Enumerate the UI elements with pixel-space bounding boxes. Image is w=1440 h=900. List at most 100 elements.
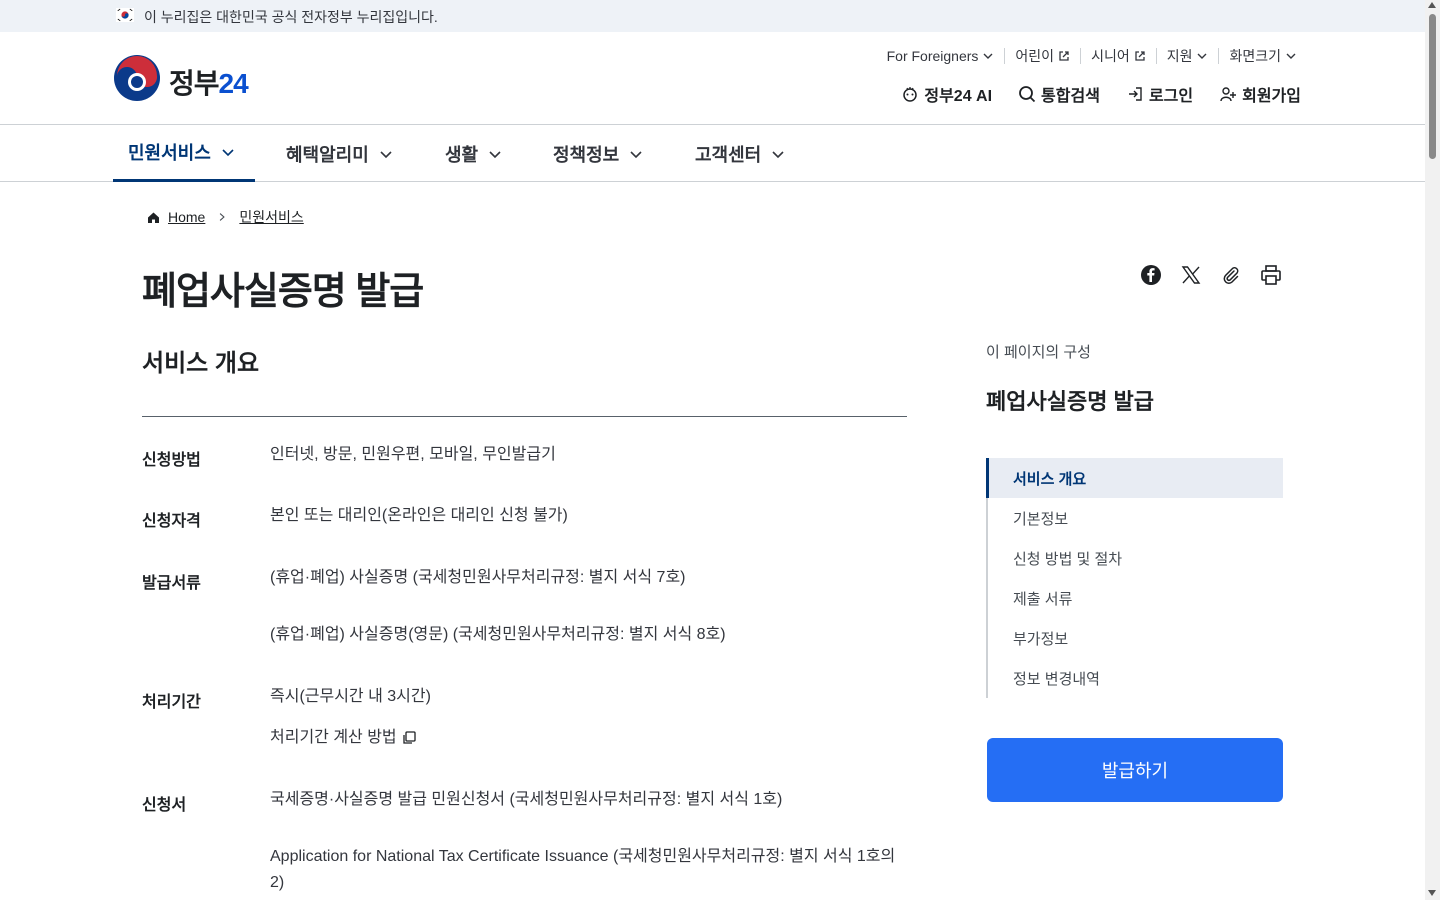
search-icon	[1019, 86, 1036, 103]
row-value: 국세증명·사실증명 발급 민원신청서 (국세청민원사무처리규정: 별지 서식 1…	[270, 791, 783, 808]
facebook-share-button[interactable]	[1140, 264, 1162, 286]
gov24-ai-link[interactable]: 정부24 AI	[901, 82, 992, 106]
scroll-down-arrow-icon[interactable]	[1428, 890, 1436, 896]
print-button[interactable]	[1260, 264, 1282, 286]
popup-window-icon	[403, 731, 416, 744]
search-label: 통합검색	[1041, 88, 1100, 105]
row-value: 인터넷, 방문, 민원우편, 모바일, 무인발급기	[270, 446, 556, 463]
gnb-label: 정책정보	[553, 144, 620, 165]
toc-caption: 이 페이지의 구성	[986, 344, 1091, 361]
row-value: 본인 또는 대리인(온라인은 대리인 신청 불가)	[270, 507, 568, 524]
scrollbar-thumb[interactable]	[1429, 14, 1436, 159]
page-title: 폐업사실증명 발급	[142, 271, 424, 313]
gov-banner: 이 누리집은 대한민국 공식 전자정부 누리집입니다.	[0, 0, 1425, 32]
period-calc-label: 처리기간 계산 방법	[270, 729, 397, 746]
row-value-secondary: Application for National Tax Certificate…	[270, 848, 896, 891]
toc-item-documents[interactable]: 제출 서류	[988, 578, 1283, 618]
util-label: For Foreigners	[886, 48, 979, 64]
row-label: 신청서	[142, 797, 187, 814]
ai-label: 정부24 AI	[924, 88, 993, 105]
section-divider	[142, 416, 907, 417]
toc-item-overview[interactable]: 서비스 개요	[986, 458, 1283, 498]
row-label: 처리기간	[142, 694, 201, 711]
link-icon	[1223, 267, 1239, 284]
util-label: 어린이	[1015, 48, 1055, 64]
chevron-down-icon	[222, 149, 234, 157]
row-value: 즉시(근무시간 내 3시간)	[270, 688, 431, 705]
breadcrumb-home-link[interactable]: Home	[168, 209, 205, 225]
gnb-tab-customer-center[interactable]: 고객센터	[695, 125, 785, 182]
korea-flag-icon	[116, 8, 134, 22]
share-toolbar	[1140, 264, 1282, 286]
gnb-label: 혜택알리미	[286, 144, 369, 165]
main-navigation: 민원서비스 혜택알리미 생활 정책정보 고객센터	[0, 125, 1425, 182]
issue-button[interactable]: 발급하기	[987, 738, 1283, 802]
login-label: 로그인	[1148, 88, 1194, 105]
toc-item-additional-info[interactable]: 부가정보	[988, 618, 1283, 658]
row-label: 신청자격	[142, 513, 201, 530]
period-calc-link[interactable]: 처리기간 계산 방법	[270, 725, 907, 751]
gov24-logo[interactable]: 정부24	[113, 54, 263, 104]
util-label: 지원	[1166, 48, 1193, 64]
chevron-down-icon	[983, 53, 993, 59]
login-link[interactable]: 로그인	[1126, 82, 1193, 106]
util-senior[interactable]: 시니어	[1080, 48, 1156, 64]
gnb-label: 고객센터	[695, 144, 762, 165]
gov-banner-text: 이 누리집은 대한민국 공식 전자정부 누리집입니다.	[144, 9, 438, 25]
x-share-button[interactable]	[1180, 264, 1202, 286]
row-value-secondary: (휴업·폐업) 사실증명(영문) (국세청민원사무처리규정: 별지 서식 8호)	[270, 626, 726, 643]
section-title-overview: 서비스 개요	[142, 350, 260, 377]
breadcrumb: Home 민원서비스	[147, 207, 304, 227]
utility-menu: For Foreigners 어린이 시니어 지원 화면크기	[877, 48, 1307, 64]
util-support[interactable]: 지원	[1155, 48, 1219, 64]
util-screen-size[interactable]: 화면크기	[1218, 48, 1307, 64]
gnb-label: 민원서비스	[128, 143, 211, 163]
ai-icon	[903, 87, 918, 102]
chevron-down-icon	[1197, 53, 1207, 59]
util-label: 화면크기	[1229, 48, 1281, 64]
chevron-down-icon	[380, 150, 392, 158]
toc-list: 서비스 개요 기본정보 신청 방법 및 절차 제출 서류 부가정보 정보 변경내…	[986, 458, 1283, 698]
gnb-tab-civil-service[interactable]: 민원서비스	[113, 125, 255, 182]
toc-item-procedure[interactable]: 신청 방법 및 절차	[988, 538, 1283, 578]
gnb-tab-policy[interactable]: 정책정보	[553, 125, 643, 182]
breadcrumb-current-link[interactable]: 민원서비스	[239, 207, 303, 227]
login-icon	[1128, 87, 1142, 101]
row-value: (휴업·폐업) 사실증명 (국세청민원사무처리규정: 별지 서식 7호)	[270, 569, 686, 586]
x-icon	[1181, 266, 1201, 284]
copy-link-button[interactable]	[1220, 264, 1242, 286]
signup-link[interactable]: 회원가입	[1219, 82, 1301, 106]
toc-title: 폐업사실증명 발급	[986, 389, 1155, 414]
chevron-down-icon	[489, 150, 501, 158]
site-header: 정부24 For Foreigners 어린이 시니어 지원 화면크기 정부24…	[0, 32, 1425, 125]
util-label: 시니어	[1091, 48, 1130, 64]
chevron-down-icon	[630, 150, 642, 158]
toc-item-change-history[interactable]: 정보 변경내역	[988, 658, 1283, 698]
logo-text: 정부24	[169, 62, 249, 102]
util-for-foreigners[interactable]: For Foreigners	[877, 48, 1005, 64]
row-label: 발급서류	[142, 575, 201, 592]
util-kids[interactable]: 어린이	[1004, 48, 1080, 64]
toc-item-basic-info[interactable]: 기본정보	[988, 498, 1283, 538]
search-link[interactable]: 통합검색	[1018, 82, 1100, 106]
scroll-up-arrow-icon[interactable]	[1428, 2, 1436, 8]
external-link-icon	[1135, 51, 1145, 61]
page-scrollbar[interactable]	[1425, 0, 1440, 900]
chevron-down-icon	[1286, 53, 1296, 59]
logo-word: 정부	[169, 68, 220, 99]
chevron-right-icon	[220, 213, 226, 221]
chevron-down-icon	[772, 150, 784, 158]
print-icon	[1261, 265, 1281, 285]
facebook-icon	[1141, 265, 1161, 285]
external-link-icon	[1059, 51, 1069, 61]
signup-label: 회원가입	[1242, 88, 1301, 105]
user-add-icon	[1220, 87, 1237, 102]
row-label: 신청방법	[142, 452, 201, 469]
gnb-tab-benefits[interactable]: 혜택알리미	[286, 125, 393, 182]
header-actions: 정부24 AI 통합검색 로그인 회원가입	[875, 82, 1301, 106]
logo-number: 24	[218, 68, 249, 99]
taegeuk-logo-icon	[114, 55, 160, 101]
home-icon	[148, 212, 159, 223]
gnb-label: 생활	[445, 144, 479, 165]
gnb-tab-life[interactable]: 생활	[445, 125, 502, 182]
